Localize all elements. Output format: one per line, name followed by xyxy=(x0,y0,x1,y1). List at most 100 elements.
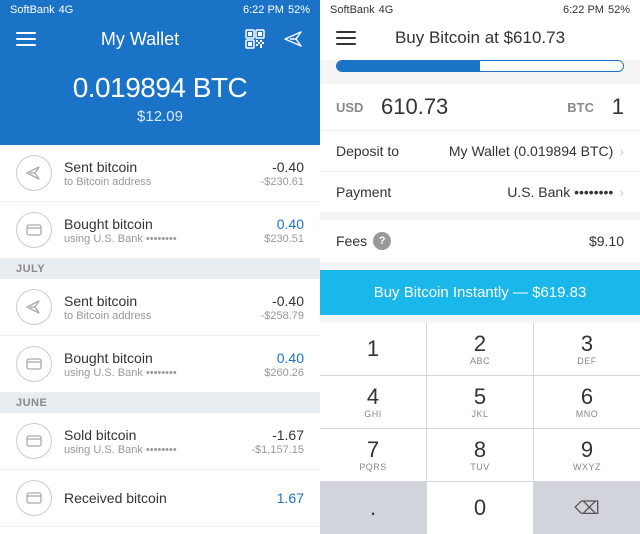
transaction-item[interactable]: Sent bitcointo Bitcoin address-0.40-$258… xyxy=(0,279,320,336)
fees-value: $9.10 xyxy=(391,233,624,249)
left-header: My Wallet xyxy=(0,20,320,62)
usd-value: 610.73 xyxy=(381,94,549,120)
received-icon xyxy=(16,480,52,516)
numpad-key-7[interactable]: 7PQRS xyxy=(320,429,426,481)
right-header: Buy Bitcoin at $610.73 xyxy=(320,20,640,60)
carrier-right: SoftBank xyxy=(330,4,375,16)
tx-title: Sent bitcoin xyxy=(64,159,261,175)
left-panel: SoftBank 4G 6:22 PM 52% My Wallet xyxy=(0,0,320,534)
numpad-key-2[interactable]: 2ABC xyxy=(427,323,533,375)
tx-details: Bought bitcoinusing U.S. Bank •••••••• xyxy=(64,216,264,245)
btc-balance: 0.019894 BTC xyxy=(0,72,320,104)
send-icon[interactable] xyxy=(282,28,304,50)
tx-details: Bought bitcoinusing U.S. Bank •••••••• xyxy=(64,350,264,379)
usd-amount-row: USD 610.73 BTC 1 xyxy=(320,84,640,131)
tx-amounts: 1.67 xyxy=(277,490,304,507)
tx-btc-amount: 0.40 xyxy=(264,350,304,366)
deposit-chevron-icon: › xyxy=(619,143,624,159)
numpad-digit: 4 xyxy=(367,386,379,408)
wallet-title: My Wallet xyxy=(101,29,179,50)
payment-value: U.S. Bank •••••••• xyxy=(406,184,613,200)
amount-section: USD 610.73 BTC 1 Deposit to My Wallet (0… xyxy=(320,84,640,212)
numpad-digit: . xyxy=(370,497,376,519)
payment-chevron-icon: › xyxy=(619,184,624,200)
tx-subtitle: using U.S. Bank •••••••• xyxy=(64,367,264,379)
tx-title: Bought bitcoin xyxy=(64,350,264,366)
tx-details: Received bitcoin xyxy=(64,490,277,507)
tx-usd-amount: $260.26 xyxy=(264,367,304,379)
numpad-key-3[interactable]: 3DEF xyxy=(534,323,640,375)
balance-section: 0.019894 BTC $12.09 xyxy=(0,62,320,145)
qr-icon[interactable] xyxy=(244,28,266,50)
tx-subtitle: using U.S. Bank •••••••• xyxy=(64,233,264,245)
tx-amounts: -0.40-$230.61 xyxy=(261,159,304,188)
numpad-key-4[interactable]: 4GHI xyxy=(320,376,426,428)
backspace-icon: ⌫ xyxy=(574,498,599,519)
transaction-item[interactable]: Sent bitcointo Bitcoin address-0.40-$230… xyxy=(0,145,320,202)
numpad-key-9[interactable]: 9WXYZ xyxy=(534,429,640,481)
usd-label: USD xyxy=(336,100,381,115)
numpad-digit: 5 xyxy=(474,386,486,408)
fees-row: Fees ? $9.10 xyxy=(320,220,640,262)
right-panel: SoftBank 4G 6:22 PM 52% Buy Bitcoin at $… xyxy=(320,0,640,534)
numpad-digit: 6 xyxy=(581,386,593,408)
numpad-digit: 9 xyxy=(581,439,593,461)
buy-button[interactable]: Buy Bitcoin Instantly — $619.83 xyxy=(320,270,640,315)
network-right: 4G xyxy=(379,4,394,16)
btc-value: 1 xyxy=(594,94,624,120)
transactions-list: Sent bitcointo Bitcoin address-0.40-$230… xyxy=(0,145,320,534)
numpad-key-8[interactable]: 8TUV xyxy=(427,429,533,481)
tx-amounts: -1.67-$1,157.15 xyxy=(251,427,304,456)
numpad-digit: 8 xyxy=(474,439,486,461)
transaction-item[interactable]: Bought bitcoinusing U.S. Bank ••••••••0.… xyxy=(0,336,320,393)
transaction-item[interactable]: Sold bitcoinusing U.S. Bank ••••••••-1.6… xyxy=(0,413,320,470)
transaction-item[interactable]: Received bitcoin1.67 xyxy=(0,470,320,527)
tx-title: Received bitcoin xyxy=(64,490,277,506)
fees-help-icon[interactable]: ? xyxy=(373,232,391,250)
tx-btc-amount: 0.40 xyxy=(264,216,304,232)
tab-bitcoin[interactable]: Bitcoin xyxy=(337,61,480,72)
numpad-letters: MNO xyxy=(576,409,599,419)
payment-row[interactable]: Payment U.S. Bank •••••••• › xyxy=(320,172,640,212)
backspace-key[interactable]: ⌫ xyxy=(534,482,640,534)
numpad-key-0[interactable]: 0 xyxy=(427,482,533,534)
transaction-item[interactable]: Bought bitcoinusing U.S. Bank ••••••••0.… xyxy=(0,202,320,259)
numpad-letters: PQRS xyxy=(359,462,387,472)
numpad-digit: 2 xyxy=(474,333,486,355)
sent-icon xyxy=(16,155,52,191)
menu-icon[interactable] xyxy=(16,32,36,46)
numpad-key-.[interactable]: . xyxy=(320,482,426,534)
tx-amounts: -0.40-$258.79 xyxy=(261,293,304,322)
tab-ether[interactable]: Ether xyxy=(480,61,623,72)
numpad-letters: TUV xyxy=(470,462,490,472)
numpad-key-1[interactable]: 1 xyxy=(320,323,426,375)
bought-icon xyxy=(16,212,52,248)
tx-subtitle: using U.S. Bank •••••••• xyxy=(64,444,251,456)
sold-icon xyxy=(16,423,52,459)
sent-icon xyxy=(16,289,52,325)
battery-left: 52% xyxy=(288,4,310,16)
numpad-key-6[interactable]: 6MNO xyxy=(534,376,640,428)
numpad-digit: 0 xyxy=(474,497,486,519)
numpad-key-5[interactable]: 5JKL xyxy=(427,376,533,428)
time-left: 6:22 PM xyxy=(243,4,284,16)
fees-label: Fees xyxy=(336,233,367,249)
tx-usd-amount: -$1,157.15 xyxy=(251,444,304,456)
numpad-letters: GHI xyxy=(364,409,382,419)
tx-btc-amount: -0.40 xyxy=(261,159,304,175)
currency-tab-bar: Bitcoin Ether xyxy=(336,60,624,72)
header-actions xyxy=(244,28,304,50)
tx-btc-amount: -0.40 xyxy=(261,293,304,309)
tx-subtitle: to Bitcoin address xyxy=(64,310,261,322)
tx-usd-amount: $230.51 xyxy=(264,233,304,245)
payment-label: Payment xyxy=(336,184,406,200)
tx-subtitle: to Bitcoin address xyxy=(64,176,261,188)
numpad-letters: JKL xyxy=(471,409,488,419)
tx-title: Sold bitcoin xyxy=(64,427,251,443)
menu-icon-right[interactable] xyxy=(336,31,356,45)
deposit-row[interactable]: Deposit to My Wallet (0.019894 BTC) › xyxy=(320,131,640,172)
time-right: 6:22 PM xyxy=(563,4,604,16)
tx-details: Sent bitcointo Bitcoin address xyxy=(64,293,261,322)
tx-usd-amount: -$230.61 xyxy=(261,176,304,188)
tx-title: Sent bitcoin xyxy=(64,293,261,309)
